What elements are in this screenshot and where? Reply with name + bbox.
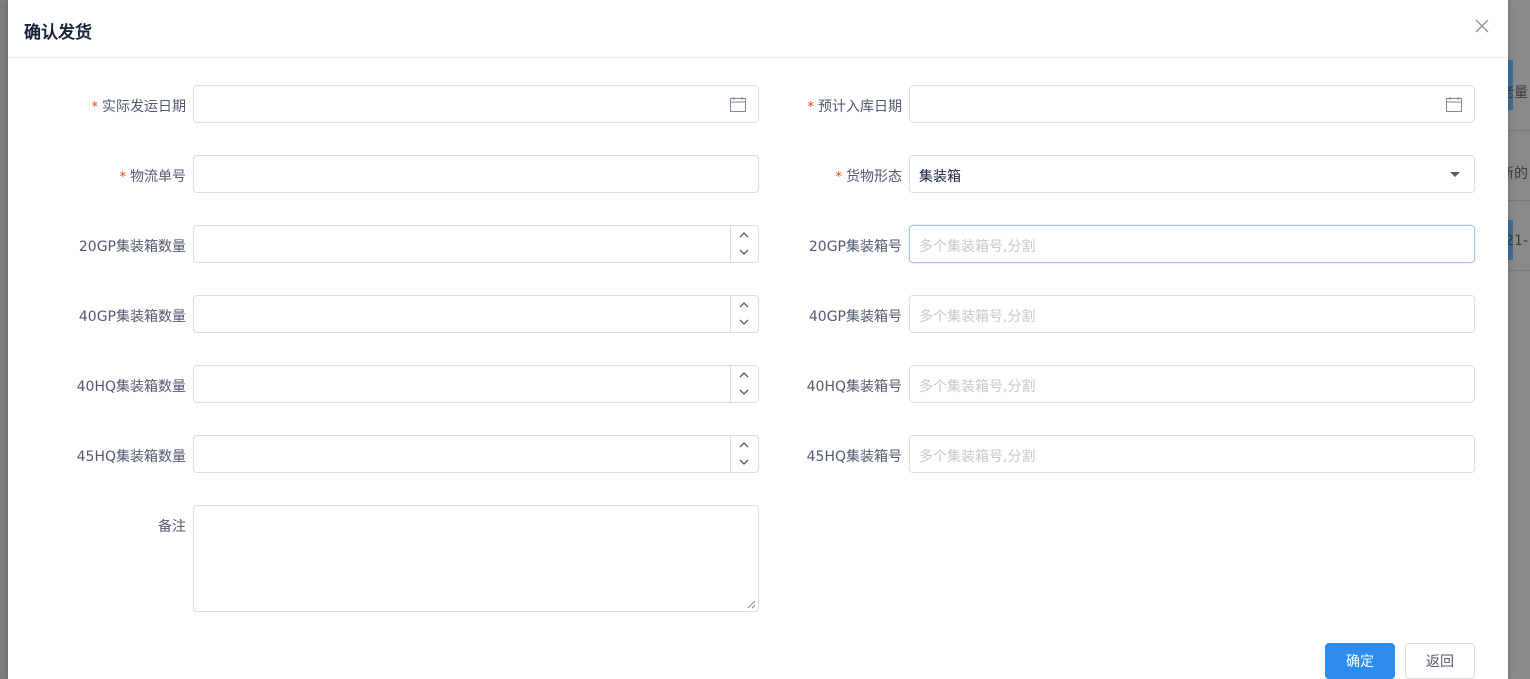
cargo-form-label-text: 货物形态 [846,169,902,185]
required-mark: * [807,100,815,115]
background-page: 老量 新的 21- [1500,0,1530,679]
no-20gp-label: 20GP集装箱号 [808,239,902,255]
required-mark: * [835,170,843,185]
remark-textarea[interactable] [193,505,759,612]
background-divider [1508,270,1530,271]
background-divider [1508,200,1530,201]
no-45hq-label: 45HQ集装箱号 [806,449,902,465]
cargo-form-select[interactable]: 集装箱 [909,155,1475,193]
confirm-button[interactable]: 确定 [1325,643,1395,679]
caret-down-icon [1450,172,1460,177]
tracking-no-label-text: 物流单号 [130,169,186,185]
no-40gp-label: 40GP集装箱号 [808,309,902,325]
confirm-shipment-dialog: 确认发货 * 实际发运日期 * 预计入库日期 * 物流单号 * 货物形态 集装箱 20G… [8,0,1508,679]
no-40gp-placeholder: 多个集装箱号,分割 [919,309,1036,325]
ship-date-label: * 实际发运日期 [8,96,187,116]
qty-40hq-stepper[interactable] [193,365,759,403]
background-divider [1508,130,1530,131]
qty-45hq-label: 45HQ集装箱数量 [76,449,186,465]
no-45hq-input[interactable]: 多个集装箱号,分割 [909,435,1475,473]
tracking-no-input[interactable] [193,155,759,193]
background-text: 21- [1505,233,1528,249]
tracking-no-label: * 物流单号 [8,166,187,186]
ship-date-label-text: 实际发运日期 [102,99,186,115]
resize-handle-icon[interactable] [746,599,756,609]
qty-40gp-stepper[interactable] [193,295,759,333]
dialog-title: 确认发货 [24,23,92,43]
no-40hq-placeholder: 多个集装箱号,分割 [919,379,1036,395]
cargo-form-label: * 货物形态 [724,166,903,186]
no-40hq-input[interactable]: 多个集装箱号,分割 [909,365,1475,403]
qty-40hq-label: 40HQ集装箱数量 [76,379,186,395]
required-mark: * [119,170,127,185]
cargo-form-value: 集装箱 [919,169,961,185]
no-20gp-placeholder: 多个集装箱号,分割 [919,239,1036,255]
no-45hq-placeholder: 多个集装箱号,分割 [919,449,1036,465]
qty-20gp-label: 20GP集装箱数量 [78,239,186,255]
eta-date-picker[interactable] [909,85,1475,123]
no-20gp-input[interactable]: 多个集装箱号,分割 [909,225,1475,263]
ship-date-picker[interactable] [193,85,759,123]
calendar-icon [1446,97,1462,112]
qty-45hq-stepper[interactable] [193,435,759,473]
eta-date-label: * 预计入库日期 [724,96,903,116]
dialog-header: 确认发货 [8,0,1508,58]
back-button[interactable]: 返回 [1405,643,1475,679]
no-40gp-input[interactable]: 多个集装箱号,分割 [909,295,1475,333]
eta-date-label-text: 预计入库日期 [818,99,902,115]
qty-40gp-label: 40GP集装箱数量 [78,309,186,325]
no-40hq-label: 40HQ集装箱号 [806,379,902,395]
qty-20gp-stepper[interactable] [193,225,759,263]
required-mark: * [91,100,99,115]
close-icon[interactable] [1472,16,1492,36]
remark-label: 备注 [158,519,186,535]
